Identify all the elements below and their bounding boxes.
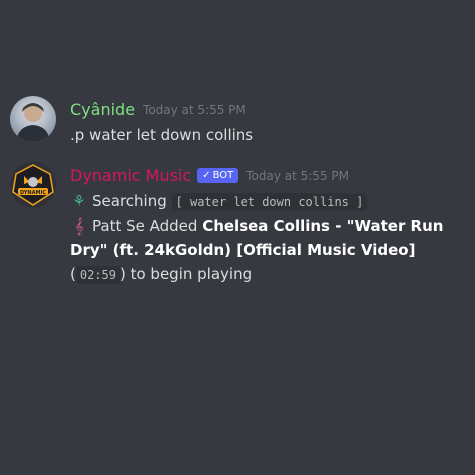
open-paren: ( xyxy=(70,265,76,283)
message-text: .p water let down collins xyxy=(70,126,254,144)
bot-badge: ✓ BOT xyxy=(197,168,239,183)
searching-label: Searching xyxy=(92,192,167,210)
treble-clef-icon: 𝄞 xyxy=(74,217,84,235)
dynamic-logo-icon: DYNAMIC xyxy=(12,164,54,206)
spinner-icon: ⚘ xyxy=(72,192,86,210)
chat-area: Cyânide Today at 5:55 PM .p water let do… xyxy=(0,0,475,475)
bot-badge-label: BOT xyxy=(212,170,234,181)
logo-text: DYNAMIC xyxy=(20,190,46,196)
added-prefix: Patt Se Added xyxy=(92,217,198,235)
added-suffix: ) to begin playing xyxy=(119,265,253,283)
search-query-code: [ water let down collins ] xyxy=(171,193,368,211)
searching-line: ⚘ Searching [ water let down collins ] xyxy=(70,189,465,214)
bot-avatar[interactable]: DYNAMIC xyxy=(10,162,56,208)
track-duration: 02:59 xyxy=(75,266,120,284)
added-line: 𝄞 Patt Se Added Chelsea Collins - "Water … xyxy=(70,214,465,287)
check-icon: ✓ xyxy=(202,170,211,181)
bot-username[interactable]: Dynamic Music xyxy=(70,166,191,185)
user-avatar-image xyxy=(16,103,50,142)
timestamp: Today at 5:55 PM xyxy=(143,102,246,117)
timestamp: Today at 5:55 PM xyxy=(246,168,349,183)
avatar[interactable] xyxy=(10,96,56,142)
username[interactable]: Cyânide xyxy=(70,100,135,119)
